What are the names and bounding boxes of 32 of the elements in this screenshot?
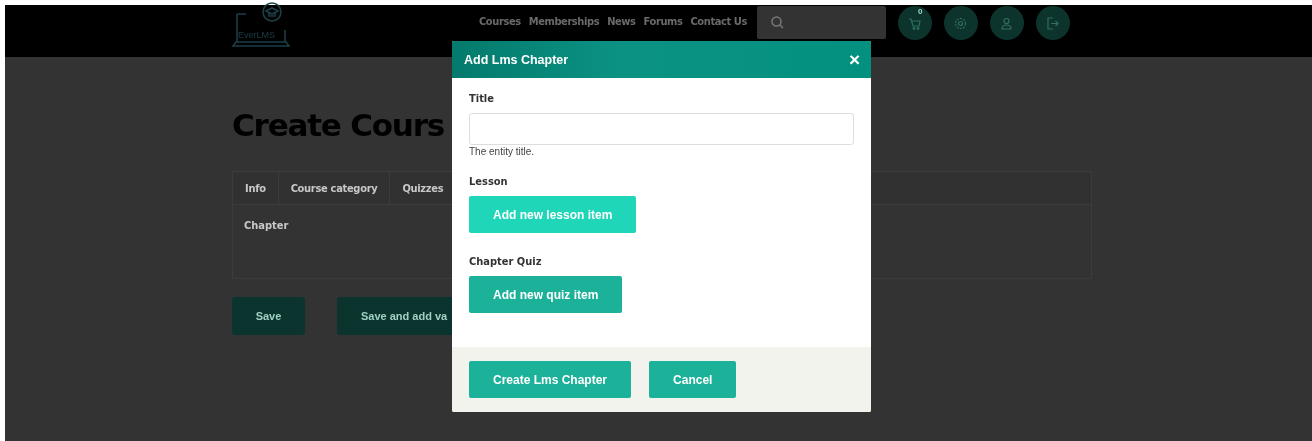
- save-button[interactable]: Save: [232, 297, 305, 335]
- tab[interactable]: Info: [233, 172, 279, 204]
- add-item-button[interactable]: Add new quiz item: [469, 276, 623, 313]
- logout-button[interactable]: [1035, 6, 1070, 40]
- nav-link[interactable]: Contact Us: [690, 15, 747, 28]
- field-label: Lesson: [469, 175, 509, 188]
- logout-icon: [1045, 15, 1061, 31]
- user-icon: [999, 15, 1015, 31]
- search-icon: [770, 16, 784, 29]
- help-text: The entity title.: [469, 146, 536, 157]
- tab[interactable]: Course category: [278, 172, 391, 204]
- cart-count: 0: [917, 7, 923, 16]
- logo-icon: [232, 2, 290, 50]
- close-button[interactable]: ×: [848, 50, 860, 69]
- logo-text: EverLMS: [238, 30, 275, 40]
- cancel-button[interactable]: Cancel: [649, 361, 737, 398]
- account-button[interactable]: [989, 6, 1024, 40]
- section-label: Chapter: [244, 219, 290, 232]
- create-button[interactable]: Create Lms Chapter: [469, 361, 632, 398]
- settings-icon: [953, 15, 969, 31]
- settings-button[interactable]: [943, 6, 978, 40]
- search-field[interactable]: [756, 6, 886, 39]
- nav-link[interactable]: Courses: [479, 15, 521, 28]
- nav-link[interactable]: News: [607, 15, 636, 28]
- nav-link[interactable]: Memberships: [528, 15, 600, 28]
- nav-link[interactable]: Forums: [643, 15, 683, 28]
- field-label: Title: [469, 92, 495, 105]
- cart-button[interactable]: 0: [897, 6, 932, 40]
- cart-icon: [907, 15, 923, 31]
- field-label: Chapter Quiz: [469, 255, 543, 268]
- modal-title: Add Lms Chapter: [464, 52, 569, 67]
- title-input[interactable]: [469, 113, 854, 145]
